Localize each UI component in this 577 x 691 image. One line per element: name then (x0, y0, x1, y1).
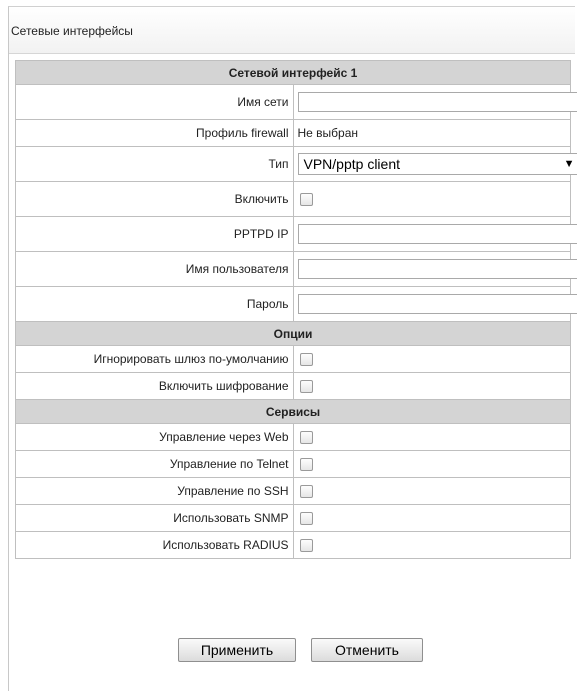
section-header-services: Сервисы (16, 400, 571, 424)
pptpd-ip-input[interactable] (298, 224, 577, 244)
panel-header: Сетевые интерфейсы (9, 7, 575, 54)
type-select-value: VPN/pptp client (304, 156, 401, 172)
enable-label: Включить (16, 182, 294, 217)
panel-title: Сетевые интерфейсы (11, 24, 133, 38)
network-name-input[interactable] (298, 92, 577, 112)
firewall-profile-label: Профиль firewall (16, 120, 294, 147)
telnet-management-checkbox[interactable] (300, 458, 313, 471)
interface-form: Сетевой интерфейс 1 Имя сети Профиль fir… (15, 60, 571, 559)
section-header-interface: Сетевой интерфейс 1 (16, 61, 571, 85)
radius-label: Использовать RADIUS (16, 532, 294, 559)
network-name-label: Имя сети (16, 85, 294, 120)
type-label: Тип (16, 147, 294, 182)
encryption-label: Включить шифрование (16, 373, 294, 400)
ignore-gateway-label: Игнорировать шлюз по-умолчанию (16, 346, 294, 373)
radius-checkbox[interactable] (300, 539, 313, 552)
encryption-checkbox[interactable] (300, 380, 313, 393)
telnet-management-label: Управление по Telnet (16, 451, 294, 478)
ssh-management-checkbox[interactable] (300, 485, 313, 498)
web-management-label: Управление через Web (16, 424, 294, 451)
snmp-label: Использовать SNMP (16, 505, 294, 532)
section-header-options: Опции (16, 322, 571, 346)
web-management-checkbox[interactable] (300, 431, 313, 444)
username-label: Имя пользователя (16, 252, 294, 287)
ignore-gateway-checkbox[interactable] (300, 353, 313, 366)
pptpd-ip-label: PPTPD IP (16, 217, 294, 252)
firewall-profile-value: Не выбран (293, 120, 571, 147)
password-input[interactable] (298, 294, 577, 314)
dropdown-arrow-icon: ▼ (564, 154, 575, 174)
username-input[interactable] (298, 259, 577, 279)
cancel-button[interactable]: Отменить (311, 638, 423, 662)
password-label: Пароль (16, 287, 294, 322)
type-select[interactable]: VPN/pptp client ▼ (298, 153, 577, 175)
ssh-management-label: Управление по SSH (16, 478, 294, 505)
enable-checkbox[interactable] (300, 193, 313, 206)
snmp-checkbox[interactable] (300, 512, 313, 525)
apply-button[interactable]: Применить (178, 638, 296, 662)
